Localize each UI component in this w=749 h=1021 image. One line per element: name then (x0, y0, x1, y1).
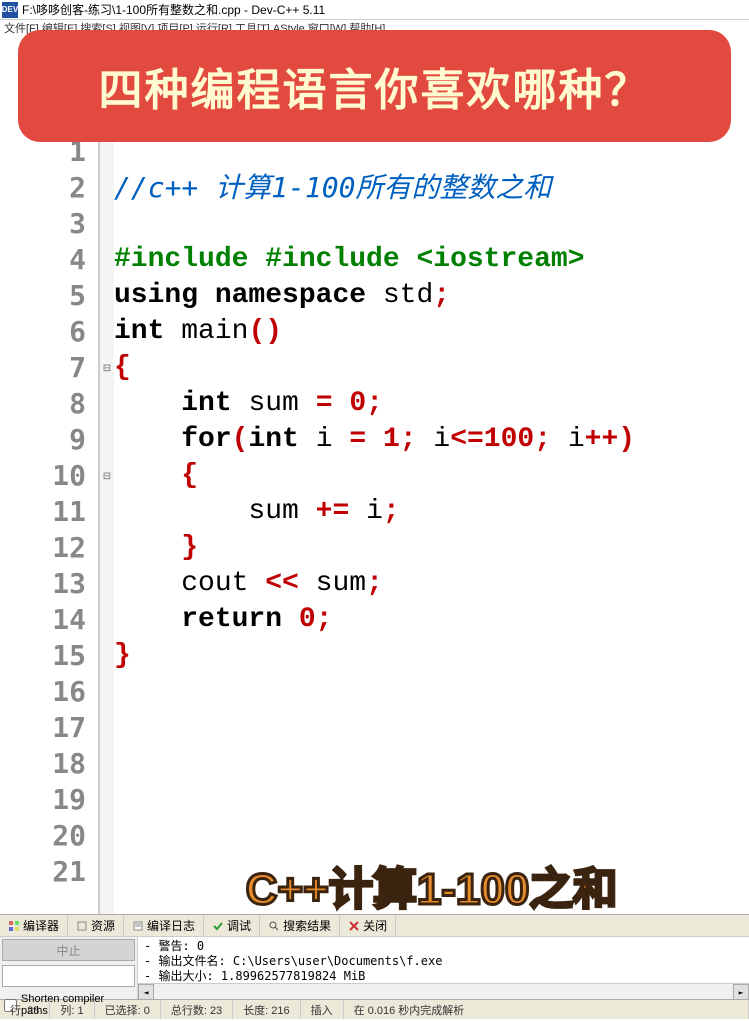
bottom-panel: 编译器 资源 编译日志 调试 搜索结果 关闭 中止 Shorten compil… (0, 914, 749, 999)
status-sel: 已选择: 0 (95, 1000, 161, 1019)
headline-text: 四种编程语言你喜欢哪种？ (38, 54, 711, 118)
scroll-right-icon[interactable]: ► (733, 984, 749, 1000)
tab-search[interactable]: 搜索结果 (260, 915, 340, 936)
tab-log[interactable]: 编译日志 (124, 915, 204, 936)
line-num: 11 (0, 494, 98, 530)
grid-icon (8, 920, 20, 932)
line-num: 4 (0, 242, 98, 278)
status-parse: 在 0.016 秒内完成解析 (344, 1000, 749, 1019)
statusbar: 行: 23 列: 1 已选择: 0 总行数: 23 长度: 216 插入 在 0… (0, 999, 749, 1019)
compile-output[interactable]: - 警告: 0 - 输出文件名: C:\Users\user\Documents… (138, 937, 749, 999)
line-number-gutter: 1 2 3 4 5 6 7 8 9 10 11 12 13 14 15 16 1… (0, 34, 100, 914)
code-editor[interactable]: //c++ 计算1-100所有的整数之和 #include #include <… (114, 34, 749, 914)
output-line: - 输出文件名: C:\Users\user\Documents\f.exe (144, 954, 743, 969)
window-titlebar: DEV F:\哆哆创客-练习\1-100所有整数之和.cpp - Dev-C++… (0, 0, 749, 20)
tab-close[interactable]: 关闭 (340, 915, 396, 936)
line-num: 17 (0, 710, 98, 746)
fold-toggle-icon[interactable]: ⊟ (100, 458, 114, 494)
headline-banner: 四种编程语言你喜欢哪种？ (18, 30, 731, 142)
output-line: - 警告: 0 (144, 939, 743, 954)
abort-button[interactable]: 中止 (2, 939, 135, 961)
fold-toggle-icon[interactable]: ⊟ (100, 350, 114, 386)
line-num: 19 (0, 782, 98, 818)
line-num: 14 (0, 602, 98, 638)
output-line: - 输出大小: 1.89962577819824 MiB (144, 969, 743, 984)
log-icon (132, 920, 144, 932)
status-total: 总行数: 23 (161, 1000, 233, 1019)
resource-icon (76, 920, 88, 932)
line-num: 2 (0, 170, 98, 206)
close-icon (348, 920, 360, 932)
line-num: 9 (0, 422, 98, 458)
status-col: 列: 1 (50, 1000, 94, 1019)
line-num: 3 (0, 206, 98, 242)
line-num: 6 (0, 314, 98, 350)
line-num: 15 (0, 638, 98, 674)
app-icon: DEV (2, 2, 18, 18)
fold-column: ⊟ ⊟ (100, 34, 114, 914)
line-num: 5 (0, 278, 98, 314)
caption-overlay: C++计算1-100之和 (246, 872, 618, 908)
line-num: 13 (0, 566, 98, 602)
horizontal-scrollbar[interactable]: ◄ ► (138, 983, 749, 999)
compile-controls: 中止 Shorten compiler paths (0, 937, 138, 999)
line-num: 12 (0, 530, 98, 566)
line-num: 7 (0, 350, 98, 386)
line-num: 18 (0, 746, 98, 782)
line-num: 8 (0, 386, 98, 422)
line-num: 21 (0, 854, 98, 890)
code-comment: //c++ 计算1-100所有的整数之和 (114, 171, 551, 204)
tab-resource[interactable]: 资源 (68, 915, 124, 936)
line-num: 20 (0, 818, 98, 854)
check-icon (212, 920, 224, 932)
progress-bar (2, 965, 135, 987)
line-num: 10 (0, 458, 98, 494)
status-ins: 插入 (301, 1000, 344, 1019)
line-num: 16 (0, 674, 98, 710)
status-line: 行: 23 (0, 1000, 50, 1019)
scroll-left-icon[interactable]: ◄ (138, 984, 154, 1000)
editor-area: 1 2 3 4 5 6 7 8 9 10 11 12 13 14 15 16 1… (0, 34, 749, 914)
tab-debug[interactable]: 调试 (204, 915, 260, 936)
output-tabs: 编译器 资源 编译日志 调试 搜索结果 关闭 (0, 915, 749, 937)
search-icon (268, 920, 280, 932)
status-len: 长度: 216 (233, 1000, 300, 1019)
window-title: F:\哆哆创客-练习\1-100所有整数之和.cpp - Dev-C++ 5.1… (22, 1, 325, 18)
tab-compiler[interactable]: 编译器 (0, 915, 68, 936)
